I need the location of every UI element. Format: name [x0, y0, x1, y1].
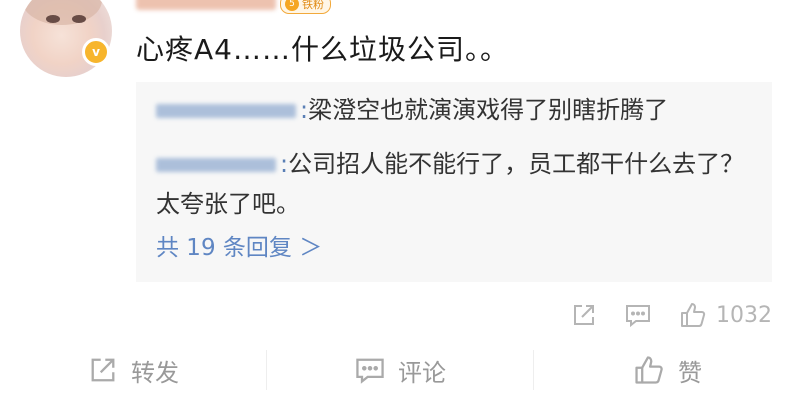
comment-share-button[interactable] [570, 301, 598, 329]
reply-separator: : [300, 96, 309, 124]
avatar-eye [46, 15, 60, 23]
comment-like-button[interactable]: 1032 [678, 300, 772, 330]
avatar-eye [72, 15, 86, 23]
reply-username-blurred[interactable] [156, 158, 276, 172]
reply-item[interactable]: :梁澄空也就演演戏得了别瞎折腾了 [156, 90, 668, 130]
forward-button[interactable]: 转发 [0, 340, 266, 400]
fan-level-number: 5 [285, 0, 299, 11]
share-icon [570, 301, 598, 329]
view-all-replies-link[interactable]: 共 19 条回复 ＞ [156, 228, 322, 262]
like-count: 1032 [716, 302, 772, 328]
bottom-action-bar: 转发 评论 赞 [0, 340, 800, 400]
forward-label: 转发 [131, 358, 179, 387]
reply-item[interactable]: :公司招人能不能行了，员工都干什么去了？太夸张了吧。 [156, 144, 756, 224]
thumbs-up-icon [632, 353, 666, 387]
share-icon [87, 354, 119, 386]
comment-reply-button[interactable] [624, 301, 652, 329]
comment-button[interactable]: 评论 [267, 340, 533, 400]
like-label: 赞 [678, 358, 702, 387]
reply-text: 梁澄空也就演演戏得了别瞎折腾了 [308, 96, 669, 124]
comment-icon [624, 301, 652, 329]
reply-separator: : [280, 150, 289, 178]
comment-label: 评论 [398, 358, 446, 387]
comment-text: 心疼A4……什么垃圾公司。。 [136, 33, 509, 66]
comment-icon [354, 354, 386, 386]
fan-level-label: 铁粉 [302, 0, 324, 11]
reply-box[interactable]: :梁澄空也就演演戏得了别瞎折腾了 :公司招人能不能行了，员工都干什么去了？太夸张… [136, 82, 772, 282]
username-blurred[interactable] [136, 0, 276, 10]
verified-badge-icon: v [82, 38, 110, 66]
like-button[interactable]: 赞 [534, 340, 800, 400]
thumbs-up-icon [678, 300, 708, 330]
comment-actions: 1032 [570, 300, 772, 330]
reply-username-blurred[interactable] [156, 104, 296, 118]
avatar-hair [22, 0, 102, 25]
fan-level-badge[interactable]: 5 铁粉 [280, 0, 331, 14]
